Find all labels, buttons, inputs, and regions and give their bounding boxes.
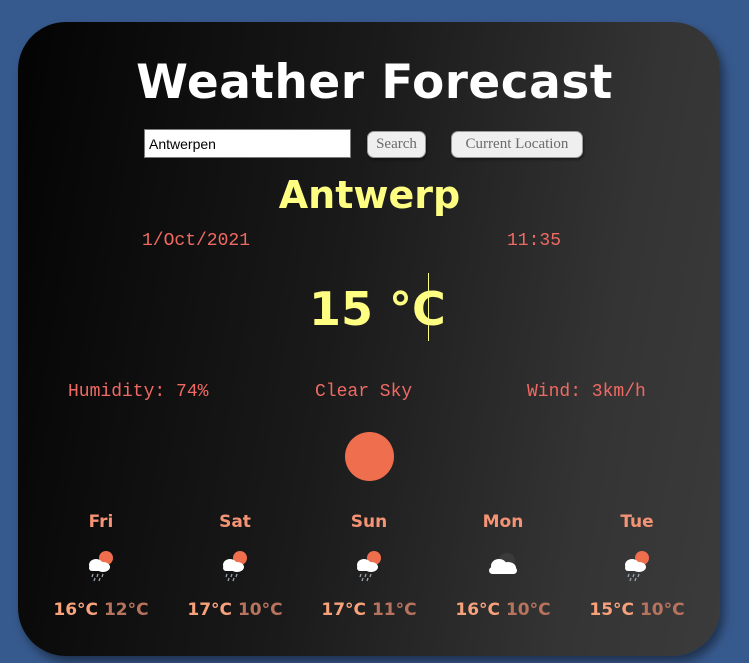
forecast-max-temp: 17°C — [187, 600, 233, 620]
forecast-min-temp: 10°C — [505, 600, 551, 620]
sun-icon — [345, 432, 394, 481]
text-cursor — [428, 273, 429, 341]
forecast-temps: 16°C 10°C — [448, 599, 558, 621]
forecast-max-temp: 17°C — [321, 600, 367, 620]
forecast-max-temp: 15°C — [589, 600, 635, 620]
forecast-day: Mon 16°C 10°C — [448, 506, 558, 626]
rain-cloud-sun-icon — [223, 551, 247, 582]
forecast-day: Fri 16°C 12°C — [46, 506, 156, 626]
rain-cloud-sun-icon — [89, 551, 113, 582]
forecast-day-label: Tue — [620, 512, 654, 532]
weather-description: Clear Sky — [315, 382, 413, 402]
forecast-temps: 17°C 11°C — [314, 599, 424, 621]
forecast-max-temp: 16°C — [455, 600, 501, 620]
forecast-day-label: Sat — [219, 512, 251, 532]
current-temperature: 15 °C — [309, 282, 446, 336]
wind-readout: Wind: 3km/h — [527, 382, 646, 402]
search-button[interactable]: Search — [367, 131, 426, 158]
city-search-input[interactable] — [144, 129, 351, 158]
current-time: 11:35 — [507, 231, 562, 251]
city-name: Antwerp — [278, 173, 461, 217]
forecast-min-temp: 10°C — [237, 600, 283, 620]
humidity-readout: Humidity: 74% — [68, 382, 209, 402]
rain-cloud-sun-icon — [625, 551, 649, 582]
current-location-button[interactable]: Current Location — [451, 131, 583, 158]
forecast-day: Sun 17°C 11°C — [314, 506, 424, 626]
forecast-day-label: Sun — [350, 512, 388, 532]
forecast-temps: 17°C 10°C — [180, 599, 290, 621]
cloud-icon — [489, 553, 517, 574]
forecast-min-temp: 12°C — [103, 600, 149, 620]
forecast-temps: 16°C 12°C — [46, 599, 156, 621]
app-title: Weather Forecast — [136, 55, 613, 110]
forecast-day: Tue 15°C 10°C — [582, 506, 692, 626]
current-date: 1/Oct/2021 — [142, 231, 251, 251]
forecast-min-temp: 10°C — [639, 600, 685, 620]
rain-cloud-sun-icon — [357, 551, 381, 582]
forecast-day: Sat 17°C 10°C — [180, 506, 290, 626]
forecast-min-temp: 11°C — [371, 600, 417, 620]
forecast-day-label: Fri — [88, 512, 114, 532]
forecast-temps: 15°C 10°C — [582, 599, 692, 621]
forecast-day-label: Mon — [482, 512, 524, 532]
forecast-max-temp: 16°C — [53, 600, 99, 620]
